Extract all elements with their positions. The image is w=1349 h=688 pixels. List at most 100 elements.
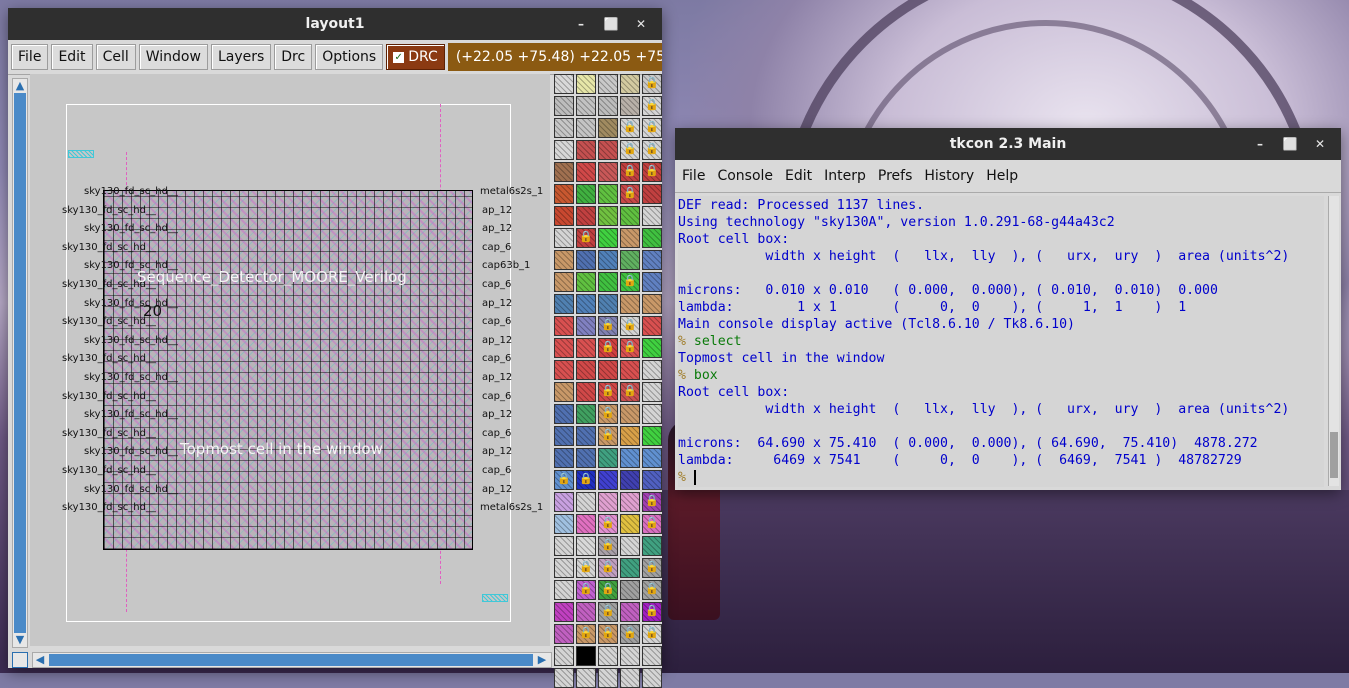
layer-swatch[interactable] [576,162,596,182]
menu-file[interactable]: File [682,168,705,184]
layer-swatch[interactable] [576,228,596,248]
layer-swatch[interactable] [554,492,574,512]
layer-swatch[interactable] [620,602,640,622]
layer-swatch[interactable] [576,338,596,358]
layout-titlebar[interactable]: layout1 – ⬜ ✕ [8,8,662,40]
horizontal-scroll-thumb[interactable] [49,654,533,666]
close-icon[interactable]: ✕ [1305,137,1335,151]
layer-swatch[interactable] [642,536,662,556]
arrow-up-icon[interactable]: ▲ [13,79,27,93]
menu-cell[interactable]: Cell [95,44,136,70]
layer-swatch[interactable] [620,250,640,270]
layer-swatch[interactable] [598,448,618,468]
layer-swatch[interactable] [554,360,574,380]
layer-swatch[interactable] [642,338,662,358]
layer-swatch[interactable] [554,140,574,160]
vertical-scrollbar[interactable]: ▲ ▼ [12,78,28,648]
layer-swatch[interactable] [642,316,662,336]
layer-swatch[interactable] [598,624,618,644]
layer-swatch[interactable] [554,536,574,556]
layer-swatch[interactable] [620,514,640,534]
layer-swatch[interactable] [576,316,596,336]
layer-swatch[interactable] [620,162,640,182]
layer-swatch[interactable] [554,382,574,402]
layer-swatch[interactable] [642,668,662,688]
layer-swatch[interactable] [620,536,640,556]
layer-swatch[interactable] [576,448,596,468]
drc-toggle[interactable]: ✓ DRC [386,44,445,70]
menu-layers[interactable]: Layers [210,44,272,70]
layer-swatch[interactable] [576,74,596,94]
standard-cell-array[interactable] [103,190,473,550]
layer-swatch[interactable] [576,96,596,116]
layer-swatch[interactable] [642,162,662,182]
layer-swatch[interactable] [576,558,596,578]
layer-swatch[interactable] [554,668,574,688]
layer-swatch[interactable] [620,74,640,94]
layer-swatch[interactable] [598,360,618,380]
console-scrollbar[interactable] [1328,196,1339,486]
layer-swatch[interactable] [576,624,596,644]
layer-swatch[interactable] [620,184,640,204]
layer-swatch[interactable] [598,228,618,248]
vertical-scroll-thumb[interactable] [14,93,26,633]
arrow-left-icon[interactable]: ◀ [33,653,47,667]
layer-swatch[interactable] [642,514,662,534]
layer-swatch[interactable] [642,250,662,270]
layer-swatch[interactable] [598,316,618,336]
layer-swatch[interactable] [642,558,662,578]
layer-swatch[interactable] [642,294,662,314]
console-output[interactable]: DEF read: Processed 1137 lines. Using tec… [678,196,1324,487]
layer-swatch[interactable] [554,118,574,138]
layer-swatch[interactable] [598,668,618,688]
menu-prefs[interactable]: Prefs [878,168,912,184]
close-icon[interactable]: ✕ [626,17,656,31]
layer-swatch[interactable] [576,668,596,688]
layer-swatch[interactable] [554,206,574,226]
layer-swatch[interactable] [642,140,662,160]
tkcon-titlebar[interactable]: tkcon 2.3 Main – ⬜ ✕ [675,128,1341,160]
layer-swatch[interactable] [554,646,574,666]
layer-swatch[interactable] [576,536,596,556]
layer-swatch[interactable] [554,426,574,446]
minimize-icon[interactable]: – [1245,137,1275,151]
layer-swatch[interactable] [576,184,596,204]
menu-file[interactable]: File [11,44,49,70]
layer-swatch[interactable] [598,580,618,600]
layer-swatch[interactable] [576,404,596,424]
layer-swatch[interactable] [598,96,618,116]
menu-interp[interactable]: Interp [824,168,866,184]
menu-options[interactable]: Options [315,44,384,70]
layer-swatch[interactable] [554,624,574,644]
layer-swatch[interactable] [554,558,574,578]
arrow-down-icon[interactable]: ▼ [13,633,27,647]
layer-swatch[interactable] [576,470,596,490]
layer-swatch[interactable] [576,646,596,666]
layer-swatch[interactable] [576,360,596,380]
menu-console[interactable]: Console [717,168,773,184]
layer-swatch[interactable] [642,74,662,94]
layer-swatch[interactable] [554,338,574,358]
layer-swatch[interactable] [598,382,618,402]
layer-swatch[interactable] [554,96,574,116]
layer-swatch[interactable] [554,74,574,94]
layer-swatch[interactable] [620,206,640,226]
zoom-box-icon[interactable] [12,652,28,668]
layer-swatch[interactable] [554,184,574,204]
layer-swatch[interactable] [642,580,662,600]
layer-swatch[interactable] [576,140,596,160]
layer-swatch[interactable] [576,118,596,138]
layer-swatch[interactable] [554,448,574,468]
layer-swatch[interactable] [598,536,618,556]
layer-swatch[interactable] [642,382,662,402]
menu-drc[interactable]: Drc [274,44,313,70]
layer-swatch[interactable] [598,514,618,534]
layer-swatch[interactable] [598,74,618,94]
layer-swatch[interactable] [642,206,662,226]
layer-swatch[interactable] [598,558,618,578]
layer-swatch[interactable] [642,96,662,116]
horizontal-scrollbar[interactable]: ◀ ▶ [32,652,552,668]
layer-swatch[interactable] [620,646,640,666]
menu-history[interactable]: History [924,168,974,184]
layer-swatch[interactable] [598,404,618,424]
